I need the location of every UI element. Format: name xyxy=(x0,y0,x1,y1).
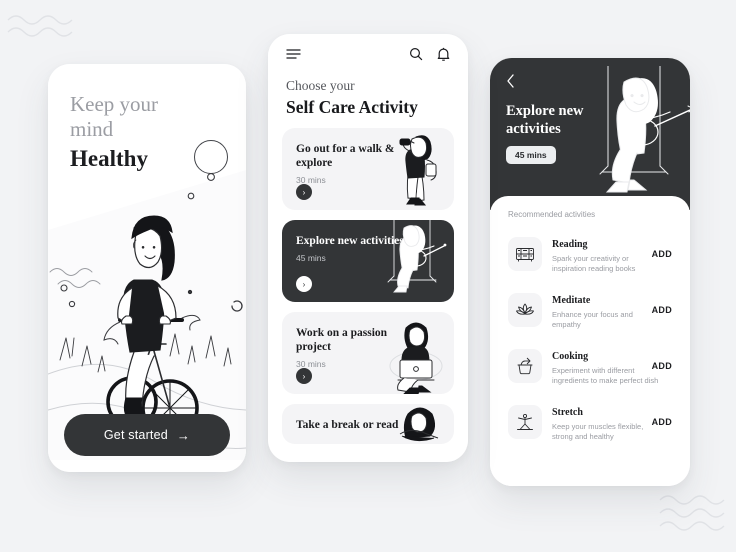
get-started-button[interactable]: Get started → xyxy=(64,414,230,456)
hamburger-menu-icon[interactable] xyxy=(286,48,301,60)
search-icon[interactable] xyxy=(409,47,423,61)
activity-description: Experiment with different ingredients to… xyxy=(552,366,659,385)
notification-bell-icon[interactable] xyxy=(437,47,450,62)
activity-go-button[interactable]: › xyxy=(296,276,312,292)
activity-go-button[interactable]: › xyxy=(296,184,312,200)
activity-description: Keep your muscles flexible, strong and h… xyxy=(552,422,644,441)
activity-card-take-a-break[interactable]: Take a break or read xyxy=(282,404,454,444)
heading-line-3: Healthy xyxy=(70,146,148,171)
heading-line-1: Keep your xyxy=(70,92,159,116)
arrow-right-icon: → xyxy=(176,427,191,443)
top-app-bar xyxy=(268,34,468,74)
list-item[interactable]: Meditate Enhance your focus and empathy … xyxy=(504,283,676,337)
heading-line-2: mind xyxy=(70,117,114,141)
get-started-label: Get started xyxy=(103,428,168,442)
screen-headings: Choose your Self Care Activity xyxy=(268,74,468,128)
activity-name: Cooking xyxy=(552,351,589,362)
chevron-left-icon[interactable] xyxy=(506,74,515,93)
activity-list-screen: Choose your Self Care Activity Go out fo… xyxy=(268,34,468,462)
add-button[interactable]: ADD xyxy=(652,305,672,315)
duration-badge: 45 mins xyxy=(506,146,556,164)
wave-decoration-top-left xyxy=(7,15,73,37)
lotus-flower-icon xyxy=(508,293,542,327)
activity-name: Stretch xyxy=(552,407,583,418)
add-button[interactable]: ADD xyxy=(652,249,672,259)
recommended-activity-list: Reading Spark your creativity or inspira… xyxy=(504,227,676,449)
section-label: Recommended activities xyxy=(508,210,596,219)
cooking-pot-icon xyxy=(508,349,542,383)
add-button[interactable]: ADD xyxy=(652,417,672,427)
page-title: Self Care Activity xyxy=(286,97,418,117)
activity-card-walk[interactable]: Go out for a walk & explore 30 mins › xyxy=(282,128,454,210)
woman-playing-guitar-on-swing-illustration xyxy=(387,220,447,293)
activity-card-list: Go out for a walk & explore 30 mins › Ex… xyxy=(268,128,468,444)
design-canvas: Keep your mind Healthy Get started → Cho… xyxy=(0,0,736,552)
activity-name: Reading xyxy=(552,239,588,250)
list-item[interactable]: Stretch Keep your muscles flexible, stro… xyxy=(504,395,676,449)
woman-with-laptop-illustration xyxy=(389,322,443,394)
kicker-text: Choose your xyxy=(286,78,355,93)
woman-playing-guitar-on-swing-illustration xyxy=(599,66,690,193)
stretching-person-icon xyxy=(508,405,542,439)
detail-hero: Explore new activities 45 mins xyxy=(490,58,690,210)
list-item[interactable]: Cooking Experiment with different ingred… xyxy=(504,339,676,393)
activity-card-passion-project[interactable]: Work on a passion project 30 mins › xyxy=(282,312,454,394)
onboarding-screen: Keep your mind Healthy Get started → xyxy=(48,64,246,472)
add-button[interactable]: ADD xyxy=(652,361,672,371)
bookshelf-icon xyxy=(508,237,542,271)
activity-name: Meditate xyxy=(552,295,591,306)
activity-description: Spark your creativity or inspiration rea… xyxy=(552,254,636,273)
list-item[interactable]: Reading Spark your creativity or inspira… xyxy=(504,227,676,281)
wave-decoration-bottom-right xyxy=(659,495,725,531)
activity-go-button[interactable]: › xyxy=(296,368,312,384)
woman-with-binoculars-illustration xyxy=(399,135,437,206)
onboarding-heading: Keep your mind Healthy xyxy=(48,64,246,174)
activity-detail-screen: Explore new activities 45 mins Recommend… xyxy=(490,58,690,486)
activity-card-explore[interactable]: Explore new activities 45 mins › xyxy=(282,220,454,302)
recommended-sheet: Recommended activities Reading Spark you… xyxy=(490,196,690,486)
activity-description: Enhance your focus and empathy xyxy=(552,310,633,329)
woman-reading-illustration xyxy=(399,407,439,442)
